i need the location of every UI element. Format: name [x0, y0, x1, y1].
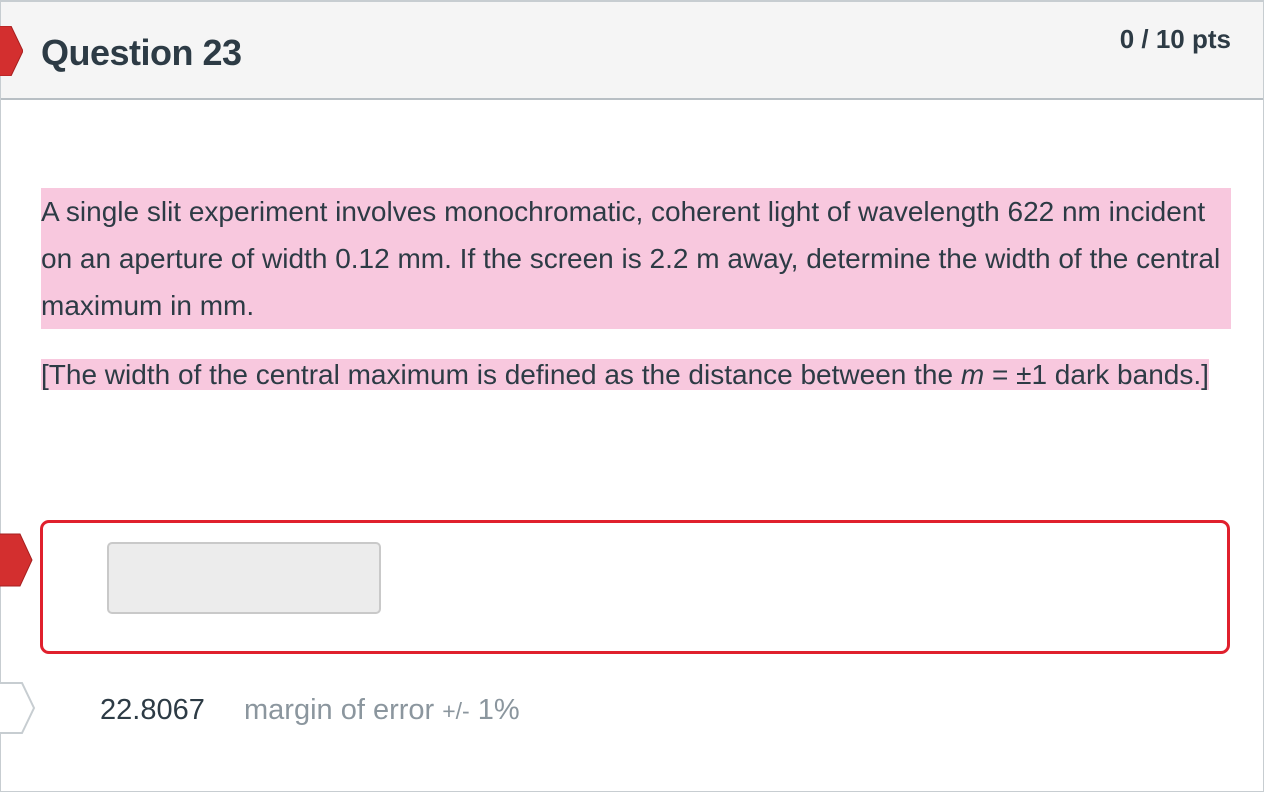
- question-text: A single slit experiment involves monoch…: [41, 188, 1231, 329]
- definition-suffix: = ±1 dark bands.]: [984, 359, 1209, 390]
- incorrect-flag-icon: [0, 26, 23, 76]
- answer-container-incorrect: [40, 520, 1230, 654]
- correct-answer-value: 22.8067: [100, 694, 205, 726]
- margin-of-error: margin of error +/- 1%: [244, 694, 520, 727]
- question-definition: [The width of the central maximum is def…: [41, 351, 1231, 398]
- definition-prefix: [The width of the central maximum is def…: [41, 359, 961, 390]
- definition-variable: m: [960, 359, 985, 390]
- correct-answer-arrow-icon: [0, 682, 36, 734]
- question-title: Question 23: [41, 32, 242, 73]
- question-header: Question 23 0 / 10 pts: [0, 2, 1263, 100]
- quiz-question: Question 23 0 / 10 pts A single slit exp…: [0, 0, 1264, 792]
- margin-value: 1%: [477, 694, 520, 726]
- incorrect-answer-arrow-icon: [0, 533, 33, 587]
- question-body: A single slit experiment involves monoch…: [41, 188, 1231, 398]
- question-points: 0 / 10 pts: [1119, 24, 1231, 54]
- answer-input[interactable]: [107, 542, 381, 614]
- margin-label: margin of error: [244, 694, 435, 726]
- margin-pm: +/-: [442, 698, 470, 724]
